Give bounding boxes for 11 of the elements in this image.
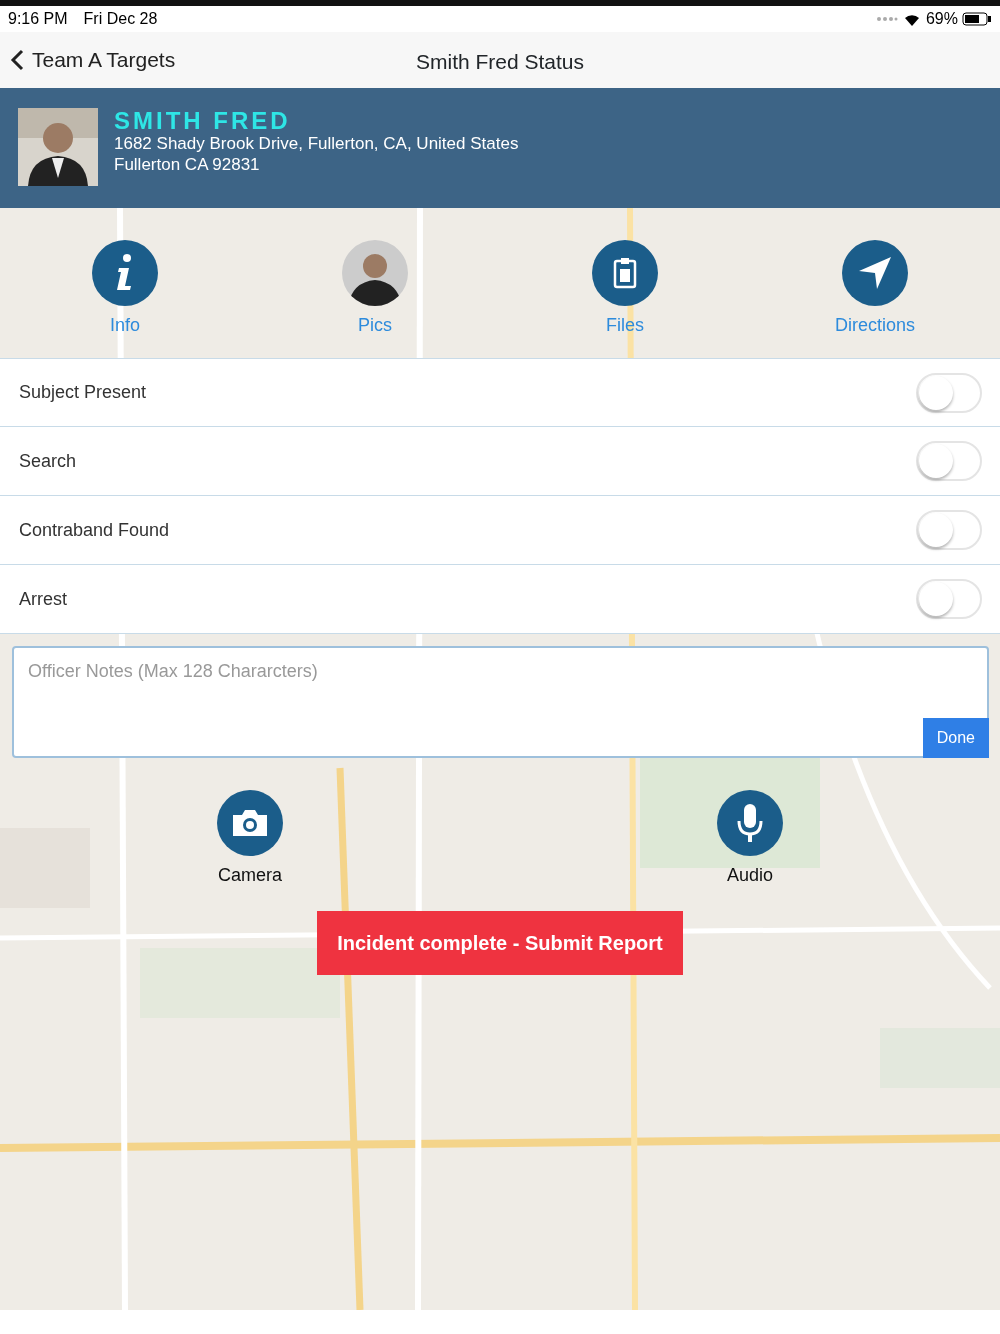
page-title: Smith Fred Status [415, 50, 585, 73]
battery-icon [962, 12, 992, 26]
subject-name: SMITH FRED [114, 108, 292, 135]
battery-percent: 69% [925, 9, 958, 29]
status-time: 9:16 PM [8, 9, 68, 29]
signal-dots-icon [875, 16, 898, 22]
address-line: Fullerton CA 92831 [114, 154, 261, 176]
back-button[interactable]: Team A Targets [10, 44, 176, 76]
chevron-left-icon [10, 48, 24, 71]
status-date: Fri Dec 28 [83, 9, 158, 29]
address-line: 1682 Shady Brook Drive, Fullerton, CA, United States [114, 134, 519, 155]
